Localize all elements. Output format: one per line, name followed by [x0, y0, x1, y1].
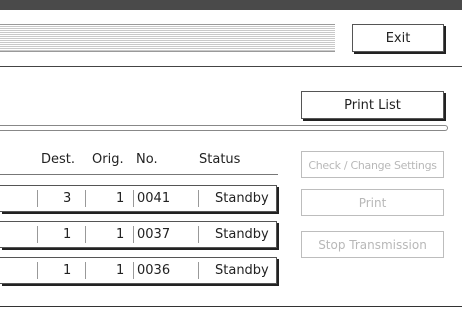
- column-header-no: No.: [136, 152, 158, 167]
- cell-divider: [85, 262, 86, 279]
- column-header-dest: Dest.: [41, 152, 76, 167]
- cell-no: 0037: [137, 227, 171, 242]
- check-change-settings-button[interactable]: Check / Change Settings: [301, 151, 444, 178]
- cell-status: Standby: [215, 191, 269, 206]
- bottom-divider: [0, 306, 462, 307]
- table-row[interactable]: 3 1 0041 Standby: [0, 185, 277, 212]
- cell-dest: 1: [63, 227, 72, 242]
- cell-divider: [198, 226, 199, 243]
- cell-dest: 3: [63, 191, 72, 206]
- cell-status: Standby: [215, 263, 269, 278]
- cell-no: 0041: [137, 191, 171, 206]
- print-button[interactable]: Print: [301, 189, 444, 216]
- header-divider: [0, 66, 462, 67]
- print-list-button[interactable]: Print List: [301, 91, 444, 119]
- cell-divider: [37, 262, 38, 279]
- stop-transmission-button[interactable]: Stop Transmission: [301, 231, 444, 258]
- cell-divider: [85, 190, 86, 207]
- cell-divider: [133, 190, 134, 207]
- cell-divider: [37, 226, 38, 243]
- cell-divider: [133, 226, 134, 243]
- cell-divider: [85, 226, 86, 243]
- top-bar: [0, 0, 462, 10]
- cell-divider: [198, 190, 199, 207]
- cell-orig: 1: [116, 263, 125, 278]
- column-header-underline: [0, 174, 278, 175]
- cell-divider: [198, 262, 199, 279]
- column-header-status: Status: [199, 152, 241, 167]
- exit-button[interactable]: Exit: [352, 24, 444, 52]
- cell-dest: 1: [63, 263, 72, 278]
- section-divider: [0, 125, 448, 131]
- cell-orig: 1: [116, 191, 125, 206]
- cell-status: Standby: [215, 227, 269, 242]
- table-row[interactable]: 1 1 0037 Standby: [0, 221, 277, 248]
- cell-divider: [37, 190, 38, 207]
- cell-divider: [133, 262, 134, 279]
- table-row[interactable]: 1 1 0036 Standby: [0, 257, 277, 284]
- header-stripes: [0, 24, 335, 52]
- column-header-orig: Orig.: [92, 152, 124, 167]
- cell-no: 0036: [137, 263, 171, 278]
- cell-orig: 1: [116, 227, 125, 242]
